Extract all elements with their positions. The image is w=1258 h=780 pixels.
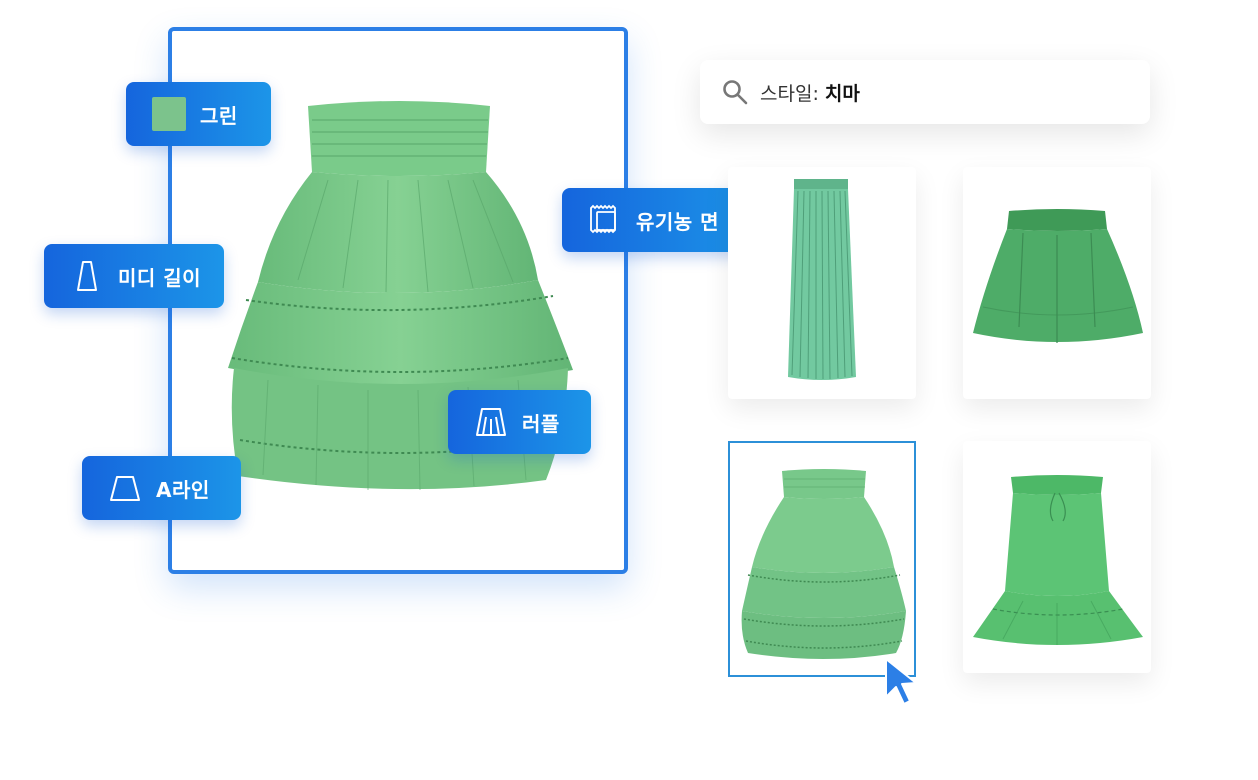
search-bar[interactable]: 스타일: 치마 — [700, 60, 1150, 124]
pleated-maxi-skirt-image — [788, 179, 856, 380]
detail-tag[interactable]: 러플 — [448, 390, 591, 454]
search-filter-value: 치마 — [824, 82, 860, 105]
a-line-icon — [108, 471, 142, 505]
length-tag-label: 미디 길이 — [118, 265, 202, 290]
detail-tag-label: 러플 — [522, 411, 560, 436]
result-card-tiered-ruffle[interactable] — [728, 441, 916, 677]
fabric-icon — [588, 203, 622, 237]
color-tag-label: 그린 — [200, 103, 238, 128]
search-filter-key: 스타일: — [760, 82, 819, 105]
color-tag[interactable]: 그린 — [126, 82, 271, 146]
green-mini-skirt-image — [973, 209, 1143, 343]
fabric-tag-label: 유기농 면 — [636, 209, 720, 234]
ruffle-icon — [474, 405, 508, 439]
midi-length-icon — [70, 259, 104, 293]
mouse-cursor-icon — [885, 658, 917, 705]
tiered-ruffle-skirt-image — [741, 469, 906, 659]
search-icon — [722, 79, 748, 105]
color-swatch-icon — [152, 97, 186, 131]
shape-tag-label: A라인 — [156, 477, 210, 502]
result-card-drawstring-ruffle[interactable] — [963, 441, 1151, 673]
length-tag[interactable]: 미디 길이 — [44, 244, 224, 308]
result-card-mini[interactable] — [963, 167, 1151, 399]
result-card-pleated-maxi[interactable] — [728, 167, 916, 399]
shape-tag[interactable]: A라인 — [82, 456, 241, 520]
drawstring-ruffle-skirt-image — [973, 475, 1143, 645]
